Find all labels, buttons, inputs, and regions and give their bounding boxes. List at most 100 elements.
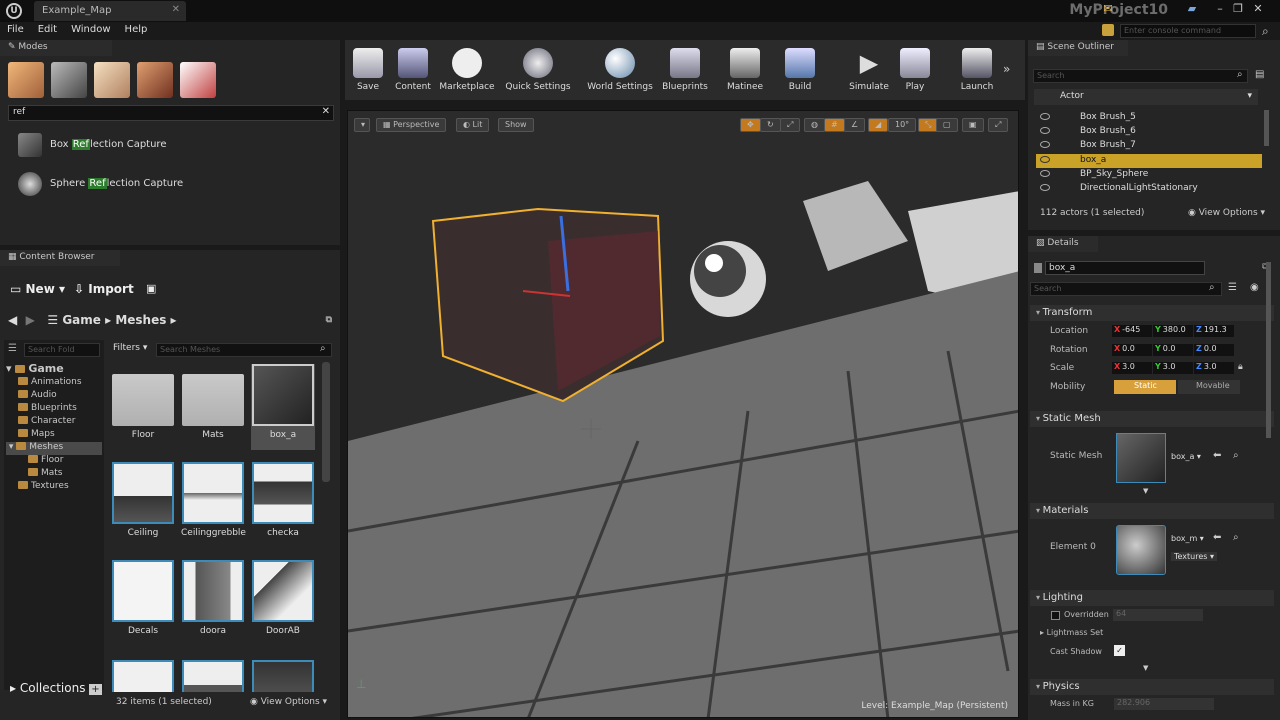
use-selected-arrow-icon[interactable]: ⬅ — [1213, 450, 1221, 461]
static-mesh-dropdown[interactable]: box_a ▾ — [1171, 452, 1201, 461]
grid-snap-icon[interactable]: # — [824, 118, 845, 132]
overridden-value[interactable]: 64 — [1113, 609, 1203, 621]
world-settings-button[interactable]: World Settings — [585, 44, 655, 92]
feedback-icon[interactable]: ✉ — [1100, 2, 1116, 16]
camera-speed-icon[interactable]: ▣ — [962, 118, 984, 132]
material-thumbnail[interactable] — [1116, 525, 1166, 575]
forward-icon[interactable]: ▶ — [26, 313, 35, 327]
property-matrix-icon[interactable]: ☰ — [1228, 282, 1237, 293]
location-y[interactable]: Y 380.0 — [1153, 325, 1193, 337]
outliner-row[interactable]: Box Brush_6 — [1036, 125, 1262, 139]
toolbar-more-icon[interactable]: » — [1003, 62, 1010, 76]
browse-icon[interactable]: ⌕ — [1233, 532, 1239, 543]
tree-item-audio[interactable]: Audio — [18, 390, 57, 403]
tree-item-blueprints[interactable]: Blueprints — [18, 403, 77, 416]
map-tab[interactable]: Example_Map ✕ — [34, 1, 186, 21]
asset-thumb-row4-1[interactable] — [111, 660, 175, 692]
build-button[interactable]: Build — [770, 44, 830, 92]
rotation-z[interactable]: Z 0.0 — [1194, 344, 1234, 356]
tree-item-floor[interactable]: Floor — [28, 455, 63, 468]
translate-mode-icon[interactable]: ✥ — [740, 118, 761, 132]
section-static-mesh[interactable]: Static Mesh — [1030, 411, 1274, 427]
expand-icon[interactable]: ▼ — [1143, 487, 1148, 495]
clear-search-icon[interactable]: ✕ — [322, 106, 330, 117]
scale-y[interactable]: Y 3.0 — [1153, 362, 1193, 374]
details-view-icon[interactable]: ◉ — [1250, 282, 1259, 293]
mobility-movable-button[interactable]: Movable — [1178, 380, 1240, 394]
section-materials[interactable]: Materials — [1030, 503, 1274, 519]
asset-doorab[interactable]: DoorAB — [251, 560, 315, 636]
place-mode-icon[interactable] — [8, 62, 44, 98]
rotation-y[interactable]: Y 0.0 — [1153, 344, 1193, 356]
asset-scrollbar[interactable] — [322, 362, 330, 482]
console-input[interactable]: Enter console command — [1120, 24, 1256, 38]
menu-help[interactable]: Help — [118, 22, 155, 37]
menu-edit[interactable]: Edit — [31, 22, 64, 37]
tree-item-animations[interactable]: Animations — [18, 377, 82, 390]
details-scrollbar[interactable] — [1266, 262, 1271, 438]
collections-button[interactable]: ▸ Collections + — [10, 681, 102, 695]
world-local-icon[interactable]: ◍ — [804, 118, 825, 132]
details-search-input[interactable]: Search — [1030, 282, 1222, 296]
modes-search-input[interactable]: ref ✕ — [8, 105, 334, 121]
search-help-icon[interactable]: ⌕ — [1262, 24, 1269, 39]
section-transform[interactable]: Transform — [1030, 305, 1274, 321]
new-button[interactable]: ▭ New ▾ — [10, 282, 65, 302]
source-control-icon[interactable] — [1102, 24, 1114, 36]
paint-mode-icon[interactable] — [51, 62, 87, 98]
fov-value[interactable]: 10° — [888, 118, 917, 132]
tree-item-mats[interactable]: Mats — [28, 468, 63, 481]
material-dropdown[interactable]: box_m ▾ — [1171, 534, 1204, 543]
tree-item-character[interactable]: Character — [18, 416, 75, 429]
tree-menu-icon[interactable]: ☰ — [8, 343, 17, 354]
asset-checka[interactable]: checka — [251, 462, 315, 538]
minimize-icon[interactable]: – — [1212, 2, 1228, 16]
modes-tab[interactable]: ✎ Modes — [0, 40, 112, 56]
outliner-scrollbar[interactable] — [1264, 110, 1269, 146]
asset-doora[interactable]: doora — [181, 560, 245, 636]
matinee-button[interactable]: Matinee — [715, 44, 775, 92]
use-selected-arrow-icon[interactable]: ⬅ — [1213, 532, 1221, 543]
maximize-viewport-icon[interactable]: ⤢ — [988, 118, 1009, 132]
rotation-x[interactable]: X 0.0 — [1112, 344, 1152, 356]
asset-folder-floor[interactable]: Floor — [111, 364, 175, 440]
level-viewport[interactable]: ▾ ▦ Perspective ◐ Lit Show ✥ ↻ ⤢ ◍ # ∠ ◢… — [347, 110, 1019, 718]
outliner-row-selected[interactable]: box_a — [1036, 154, 1262, 168]
save-all-icon[interactable]: ▣ — [146, 282, 156, 302]
asset-thumb-row4-3[interactable] — [251, 660, 315, 692]
close-window-icon[interactable]: ✕ — [1250, 2, 1266, 16]
geometry-mode-icon[interactable] — [180, 62, 216, 98]
browse-icon[interactable]: ⌕ — [1233, 450, 1239, 461]
outliner-row[interactable]: BP_Sky_Sphere — [1036, 168, 1262, 182]
scale-lock-icon[interactable]: 🔒︎ — [1238, 362, 1243, 372]
lock-icon[interactable]: ⧉ — [326, 315, 332, 325]
quick-settings-button[interactable]: Quick Settings — [503, 44, 573, 92]
asset-folder-mats[interactable]: Mats — [181, 364, 245, 440]
blueprints-button[interactable]: Blueprints — [655, 44, 715, 92]
lightmass-settings[interactable]: ▸ Lightmass Set — [1040, 628, 1103, 637]
breadcrumb-game[interactable]: Game — [62, 313, 101, 327]
list-item-sphere-reflection-capture[interactable]: Sphere Reflection Capture — [18, 171, 328, 197]
filters-button[interactable]: Filters ▾ — [113, 343, 147, 353]
outliner-row[interactable]: DirectionalLightStationary — [1036, 182, 1262, 196]
location-z[interactable]: Z 191.3 — [1194, 325, 1234, 337]
asset-ceiling[interactable]: Ceiling — [111, 462, 175, 538]
foliage-mode-icon[interactable] — [137, 62, 173, 98]
actor-name-input[interactable]: box_a — [1045, 261, 1205, 275]
viewport-options-icon[interactable]: ▾ — [354, 118, 370, 132]
maximize-icon[interactable]: ❐ — [1230, 2, 1246, 16]
outliner-row[interactable]: Box Brush_5 — [1036, 111, 1262, 125]
section-lighting[interactable]: Lighting — [1030, 590, 1274, 606]
tree-item-meshes[interactable]: ▾ Meshes — [6, 442, 102, 455]
launch-button[interactable]: Launch — [947, 44, 1007, 92]
play-button[interactable]: Play — [885, 44, 945, 92]
location-x[interactable]: X -645 — [1112, 325, 1152, 337]
cb-view-options[interactable]: ◉ View Options ▾ — [250, 697, 327, 707]
asset-decals[interactable]: Decals — [111, 560, 175, 636]
asset-thumb-row4-2[interactable] — [181, 660, 245, 692]
rotate-mode-icon[interactable]: ↻ — [760, 118, 781, 132]
outliner-search-input[interactable]: Search — [1033, 69, 1248, 83]
textures-dropdown[interactable]: Textures ▾ — [1171, 552, 1218, 561]
mobility-static-button[interactable]: Static — [1114, 380, 1176, 394]
fov-icon[interactable]: ◢ — [868, 118, 889, 132]
